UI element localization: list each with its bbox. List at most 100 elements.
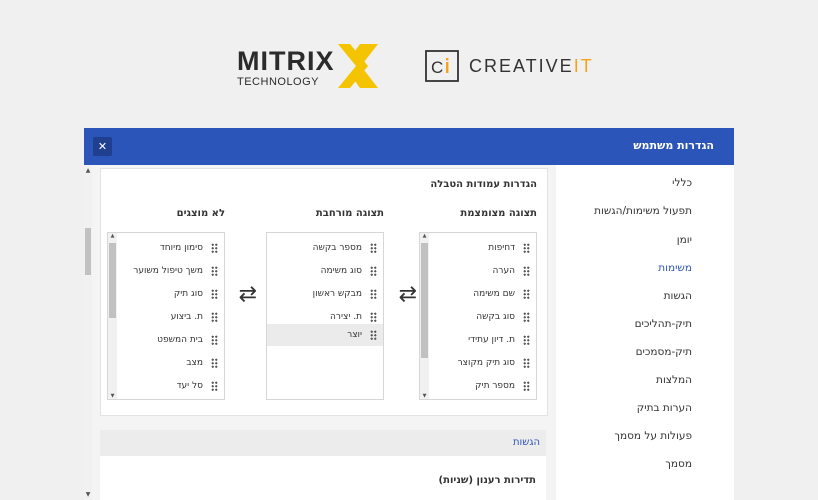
sidebar-item-case-notes[interactable]: הערות בתיק xyxy=(637,402,692,414)
list-item[interactable]: סימון מיוחד xyxy=(117,237,224,259)
creativeit-prefix: CREATIVE xyxy=(469,56,574,76)
settings-sidebar: כללי תפעול משימות/הגשות יומן משימות הגשו… xyxy=(555,165,734,500)
sidebar-item-tasks[interactable]: משימות xyxy=(658,262,692,274)
list-item-label: בית המשפט xyxy=(157,335,203,345)
sidebar-item-submissions[interactable]: הגשות xyxy=(664,290,692,302)
drag-handle-icon[interactable] xyxy=(523,265,530,276)
drag-handle-icon[interactable] xyxy=(211,288,218,299)
drag-handle-icon[interactable] xyxy=(211,380,218,391)
list-item-label: סוג משימה xyxy=(320,266,362,276)
list-item-label: ת. דיון עתידי xyxy=(468,335,515,345)
list-item[interactable]: סוג תיק xyxy=(117,283,224,305)
scroll-down-icon[interactable]: ▼ xyxy=(420,393,429,399)
dialog-title: הגדרות משתמש xyxy=(633,139,714,152)
sidebar-item-general[interactable]: כללי xyxy=(672,177,692,189)
list-item[interactable]: משך טיפול משוער xyxy=(117,260,224,282)
refresh-rate-label: תדירות רענון (שניות) xyxy=(438,475,536,486)
drag-handle-icon[interactable] xyxy=(523,357,530,368)
submissions-header: הגשות xyxy=(100,430,546,456)
scrollbar-thumb[interactable] xyxy=(85,228,91,275)
mitrix-logo: MITRIX TECHNOLOGY xyxy=(237,46,335,89)
list-scrollbar[interactable]: ▲ ▼ xyxy=(420,233,429,399)
drag-handle-icon[interactable] xyxy=(370,311,377,322)
card-title: הגדרות עמודות הטבלה xyxy=(430,179,537,190)
list-item-selected[interactable]: יוצר xyxy=(267,324,383,346)
drag-handle-icon[interactable] xyxy=(211,311,218,322)
drag-handle-icon[interactable] xyxy=(370,265,377,276)
scroll-down-icon[interactable]: ▼ xyxy=(84,491,92,498)
scroll-down-icon[interactable]: ▼ xyxy=(108,393,117,399)
drag-handle-icon[interactable] xyxy=(523,311,530,322)
submissions-section: הגשות תדירות רענון (שניות) xyxy=(100,430,546,500)
list-item[interactable]: מספר בקשה xyxy=(267,237,383,259)
table-columns-card: הגדרות עמודות הטבלה תצוגה מצומצמת תצוגה … xyxy=(100,168,548,416)
list-item[interactable]: הערה xyxy=(429,260,536,282)
list-item[interactable]: בית המשפט xyxy=(117,329,224,351)
list-item-label: מצב xyxy=(186,358,203,368)
scrollbar-thumb[interactable] xyxy=(421,243,428,358)
list-item[interactable]: מספר תיק xyxy=(429,375,536,397)
mitrix-wordmark: MITRIX xyxy=(237,46,335,76)
drag-handle-icon[interactable] xyxy=(523,288,530,299)
sidebar-item-document[interactable]: מסמך xyxy=(665,458,692,470)
list-item[interactable]: שם משימה xyxy=(429,283,536,305)
submissions-title: הגשות xyxy=(512,437,540,448)
close-icon: ✕ xyxy=(97,140,108,153)
list-item[interactable]: סל יעד xyxy=(117,375,224,397)
list-item-label: סוג תיק מקוצר xyxy=(457,358,515,368)
close-button[interactable]: ✕ xyxy=(93,137,112,156)
swap-expanded-hidden-icon[interactable]: ⇄ xyxy=(239,282,257,307)
drag-handle-icon[interactable] xyxy=(211,265,218,276)
list-item-label: סוג בקשה xyxy=(476,312,515,322)
list-item-label: הערה xyxy=(492,266,515,276)
drag-handle-icon[interactable] xyxy=(523,242,530,253)
list-item-label: ת. יצירה xyxy=(330,312,362,322)
list-item[interactable]: סוג בקשה xyxy=(429,306,536,328)
drag-handle-icon[interactable] xyxy=(211,357,218,368)
user-settings-dialog: הגדרות משתמש ✕ כללי תפעול משימות/הגשות י… xyxy=(84,128,734,500)
drag-handle-icon[interactable] xyxy=(211,242,218,253)
list-item-label: סל יעד xyxy=(176,381,203,391)
list-item[interactable]: דחיפות xyxy=(429,237,536,259)
sidebar-item-calendar[interactable]: יומן xyxy=(677,234,692,246)
sidebar-item-case-processes[interactable]: תיק-תהליכים xyxy=(635,318,692,330)
creativeit-suffix: IT xyxy=(573,56,594,76)
compact-view-list[interactable]: דחיפות הערה שם משימה סוג בקשה ת. דיון עת… xyxy=(419,232,537,400)
settings-content: ▲ ▼ הגדרות עמודות הטבלה תצוגה מצומצמת תצ… xyxy=(84,165,556,500)
list-item-label: יוצר xyxy=(347,330,362,340)
list-item-label: סוג תיק xyxy=(173,289,203,299)
hidden-columns-header: לא מוצגים xyxy=(176,208,225,219)
sidebar-item-document-actions[interactable]: פעולות על מסמך xyxy=(614,430,692,442)
list-item-label: מספר תיק xyxy=(475,381,515,391)
svg-text:C: C xyxy=(431,58,443,77)
list-item[interactable]: ת. ביצוע xyxy=(117,306,224,328)
list-item[interactable]: סוג משימה xyxy=(267,260,383,282)
list-scrollbar[interactable]: ▲ ▼ xyxy=(108,233,117,399)
creativeit-ci-icon: C xyxy=(425,50,459,82)
list-item-label: שם משימה xyxy=(473,289,515,299)
sidebar-item-tasks-operations[interactable]: תפעול משימות/הגשות xyxy=(594,205,692,217)
scroll-up-icon[interactable]: ▲ xyxy=(420,233,429,239)
sidebar-item-recommendations[interactable]: המלצות xyxy=(656,374,692,386)
drag-handle-icon[interactable] xyxy=(370,329,377,340)
drag-handle-icon[interactable] xyxy=(523,334,530,345)
dialog-header: הגדרות משתמש ✕ xyxy=(84,128,734,165)
scroll-up-icon[interactable]: ▲ xyxy=(108,233,117,239)
list-item[interactable]: סוג תיק מקוצר xyxy=(429,352,536,374)
scroll-up-icon[interactable]: ▲ xyxy=(84,167,92,174)
list-item-label: מספר בקשה xyxy=(312,243,362,253)
drag-handle-icon[interactable] xyxy=(211,334,218,345)
hidden-columns-list[interactable]: סימון מיוחד משך טיפול משוער סוג תיק ת. ב… xyxy=(107,232,225,400)
expanded-view-list[interactable]: מספר בקשה סוג משימה מבקש ראשון ת. יצירה … xyxy=(266,232,384,400)
sidebar-item-case-documents[interactable]: תיק-מסמכים xyxy=(636,346,692,358)
list-item[interactable]: מצב xyxy=(117,352,224,374)
list-item[interactable]: ת. דיון עתידי xyxy=(429,329,536,351)
list-item-label: משך טיפול משוער xyxy=(133,266,203,276)
list-item[interactable]: מבקש ראשון xyxy=(267,283,383,305)
swap-compact-expanded-icon[interactable]: ⇄ xyxy=(399,282,417,307)
content-scrollbar[interactable]: ▲ ▼ xyxy=(84,165,92,500)
drag-handle-icon[interactable] xyxy=(370,242,377,253)
drag-handle-icon[interactable] xyxy=(370,288,377,299)
scrollbar-thumb[interactable] xyxy=(109,243,116,318)
drag-handle-icon[interactable] xyxy=(523,380,530,391)
